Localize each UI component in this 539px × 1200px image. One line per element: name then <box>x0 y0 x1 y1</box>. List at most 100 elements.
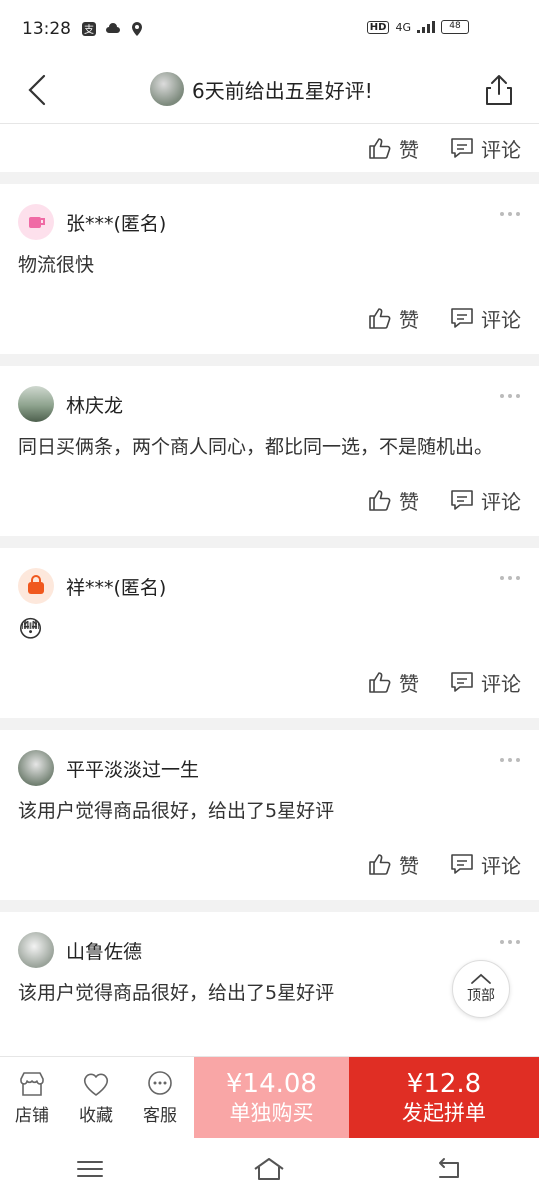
like-label: 赞 <box>399 671 419 696</box>
share-icon[interactable] <box>479 70 519 110</box>
review-text: 该用户觉得商品很好，给出了5星好评 <box>18 800 335 822</box>
like-button[interactable]: 赞 <box>367 668 419 697</box>
comment-button[interactable]: 评论 <box>449 304 521 333</box>
status-time: 13:28 <box>22 19 71 39</box>
thumbs-up-icon <box>369 308 391 329</box>
back-icon[interactable] <box>20 70 60 110</box>
back-nav-icon[interactable] <box>432 1155 466 1183</box>
comment-button[interactable]: 评论 <box>449 134 521 163</box>
review-header: 平平淡淡过一生 <box>18 730 521 794</box>
battery-icon: 48 <box>441 20 469 34</box>
like-button[interactable]: 赞 <box>367 850 419 879</box>
comment-button[interactable]: 评论 <box>449 850 521 879</box>
favorite-button[interactable]: 收藏 <box>64 1057 128 1138</box>
review-text: 同日买俩条，两个商人同心，都比同一选，不是随机出。 <box>18 436 494 458</box>
review-header: 张***(匿名) <box>18 184 521 248</box>
comment-label: 评论 <box>481 671 521 696</box>
comment-button[interactable]: 评论 <box>449 668 521 697</box>
like-button[interactable]: 赞 <box>367 486 419 515</box>
like-label: 赞 <box>399 137 419 162</box>
service-label: 客服 <box>143 1106 177 1126</box>
scroll-to-top-button[interactable]: 顶部 <box>452 960 510 1018</box>
comment-button[interactable]: 评论 <box>449 486 521 515</box>
group-label: 发起拼单 <box>402 1100 486 1125</box>
review-actions: 赞 评论 <box>18 646 521 718</box>
more-icon[interactable] <box>499 392 521 400</box>
thumbs-up-icon <box>369 138 391 159</box>
svg-text:支: 支 <box>84 24 94 36</box>
purchase-bar: 店铺 收藏 客服 ¥14.08 单独购买 ¥12.8 发起拼单 <box>0 1056 539 1138</box>
more-icon[interactable] <box>499 938 521 946</box>
review-actions: 赞 评论 <box>18 464 521 536</box>
buy-single-button[interactable]: ¥14.08 单独购买 <box>194 1057 349 1138</box>
username: 张***(匿名) <box>66 212 167 235</box>
review-actions: 赞 评论 <box>18 124 521 172</box>
review-text: 物流很快 <box>18 254 95 276</box>
username: 山鲁佐德 <box>66 940 143 963</box>
review-card: 平平淡淡过一生 该用户觉得商品很好，给出了5星好评 赞 评论 <box>0 730 539 900</box>
home-icon[interactable] <box>252 1155 286 1183</box>
single-price: ¥14.08 <box>226 1068 317 1099</box>
like-button[interactable]: 赞 <box>367 134 419 163</box>
comment-icon <box>451 138 473 158</box>
avatar <box>18 386 54 422</box>
group-price: ¥12.8 <box>406 1068 482 1099</box>
comment-icon <box>451 308 473 328</box>
scroll-to-top-label: 顶部 <box>467 988 495 1004</box>
review-card-partial: 赞 评论 <box>0 124 539 172</box>
more-icon[interactable] <box>499 756 521 764</box>
comment-label: 评论 <box>481 853 521 878</box>
review-card: 祥***(匿名) 😳 赞 评论 <box>0 548 539 718</box>
comment-icon <box>451 672 473 692</box>
bag-icon <box>28 575 44 594</box>
review-list: 赞 评论 张***(匿名) 物流很快 赞 评论 林庆龙 同日买俩条，两个商人同心… <box>0 124 539 1056</box>
username: 林庆龙 <box>66 394 124 417</box>
more-icon[interactable] <box>499 210 521 218</box>
comment-icon <box>451 854 473 874</box>
store-label: 店铺 <box>15 1106 49 1126</box>
menu-icon[interactable] <box>73 1155 107 1183</box>
review-actions: 赞 评论 <box>18 828 521 900</box>
cloud-icon <box>106 23 120 33</box>
chat-icon <box>148 1071 172 1095</box>
status-bar: 13:28 支 HD 4G 48 <box>0 0 539 58</box>
thumbs-up-icon <box>369 854 391 875</box>
page-title-text: 6天前给出五星好评! <box>192 78 373 103</box>
comment-icon <box>451 490 473 510</box>
comment-label: 评论 <box>481 307 521 332</box>
review-actions: 赞 评论 <box>18 282 521 354</box>
nav-bar: 6天前给出五星好评! <box>0 58 539 124</box>
status-right-icons: HD 4G 48 <box>366 20 469 34</box>
username: 平平淡淡过一生 <box>66 758 200 781</box>
like-label: 赞 <box>399 307 419 332</box>
review-header: 山鲁佐德 <box>18 912 521 976</box>
network-label: 4G <box>395 20 411 34</box>
more-icon[interactable] <box>499 574 521 582</box>
like-button[interactable]: 赞 <box>367 304 419 333</box>
hd-icon: HD <box>366 20 390 34</box>
like-label: 赞 <box>399 489 419 514</box>
avatar <box>18 204 54 240</box>
thumbs-up-icon <box>369 672 391 693</box>
page-title: 6天前给出五星好评! <box>150 72 373 106</box>
group-buy-button[interactable]: ¥12.8 发起拼单 <box>349 1057 539 1138</box>
username: 祥***(匿名) <box>66 576 167 599</box>
store-icon <box>20 1072 44 1096</box>
chevron-up-icon <box>471 973 491 984</box>
alipay-icon: 支 <box>82 22 96 36</box>
avatar <box>150 72 184 106</box>
thumbs-up-icon <box>369 490 391 511</box>
avatar <box>18 568 54 604</box>
review-card: 张***(匿名) 物流很快 赞 评论 <box>0 184 539 354</box>
heart-icon <box>83 1073 109 1096</box>
status-notification-icons: 支 <box>81 21 145 37</box>
service-button[interactable]: 客服 <box>128 1057 192 1138</box>
review-header: 林庆龙 <box>18 366 521 430</box>
like-label: 赞 <box>399 853 419 878</box>
signal-icon <box>417 21 435 33</box>
avatar <box>18 750 54 786</box>
favorite-label: 收藏 <box>79 1106 113 1126</box>
review-header: 祥***(匿名) <box>18 548 521 612</box>
store-button[interactable]: 店铺 <box>0 1057 64 1138</box>
review-card: 林庆龙 同日买俩条，两个商人同心，都比同一选，不是随机出。 赞 评论 <box>0 366 539 536</box>
